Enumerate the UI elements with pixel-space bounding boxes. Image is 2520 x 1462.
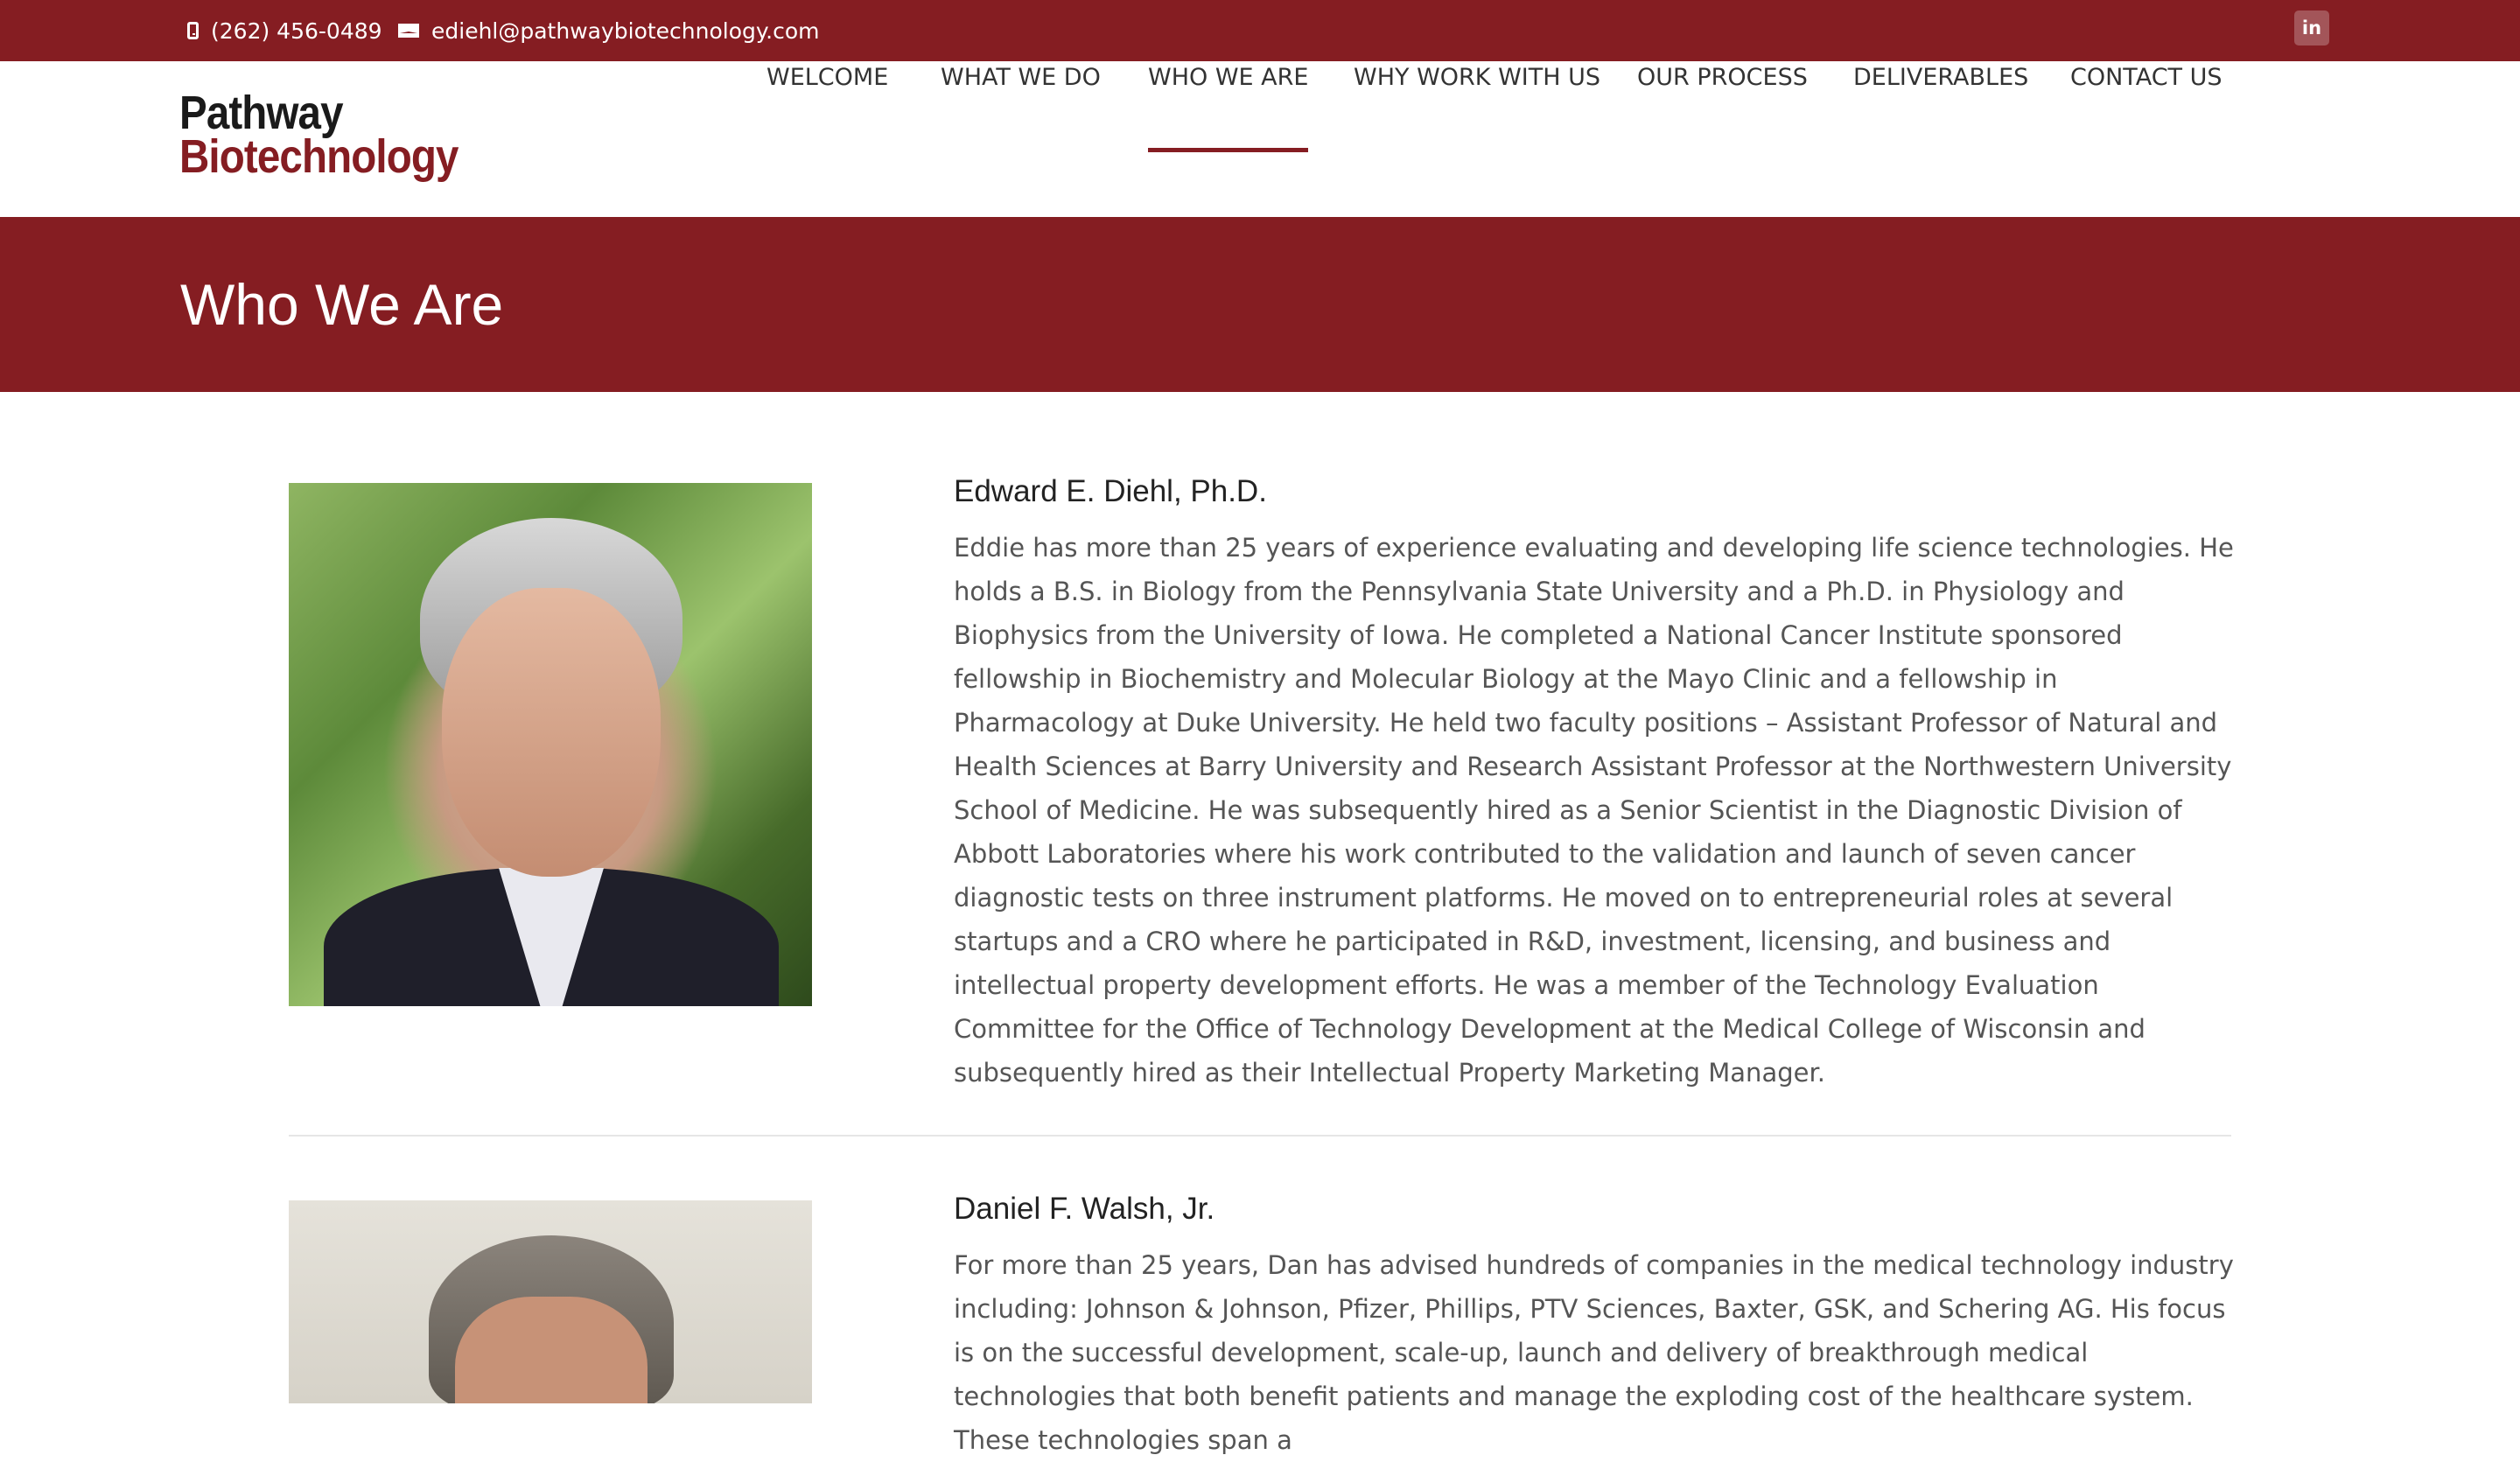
page-title: Who We Are: [180, 272, 504, 337]
email-link[interactable]: ediehl@pathwaybiotechnology.com: [398, 0, 819, 61]
logo-line-2: Biotechnology: [179, 130, 458, 183]
envelope-icon: [398, 24, 419, 38]
linkedin-icon[interactable]: in: [2294, 10, 2329, 45]
nav-contact-us[interactable]: CONTACT US: [2070, 0, 2222, 156]
profile-bio: Eddie has more than 25 years of experien…: [954, 533, 2234, 1088]
profile-divider: [289, 1135, 2231, 1137]
profile-bio: For more than 25 years, Dan has advised …: [954, 1250, 2234, 1455]
site-logo[interactable]: Pathway Biotechnology: [179, 87, 496, 183]
profile-name: Edward E. Diehl, Ph.D.: [954, 474, 1267, 508]
profile-name: Daniel F. Walsh, Jr.: [954, 1192, 1215, 1226]
logo-line-1: Pathway: [179, 87, 344, 139]
nav-deliverables[interactable]: DELIVERABLES: [1853, 0, 2028, 156]
nav-what-we-do[interactable]: WHAT WE DO: [941, 0, 1101, 156]
nav-why-work-with-us[interactable]: WHY WORK WITH US: [1354, 0, 1600, 156]
phone-number: (262) 456-0489: [211, 17, 382, 44]
email-address: ediehl@pathwaybiotechnology.com: [431, 17, 820, 44]
page-title-band: Who We Are: [0, 217, 2520, 392]
nav-welcome[interactable]: WELCOME: [766, 0, 888, 156]
face-shape: [455, 1297, 648, 1403]
nav-our-process[interactable]: OUR PROCESS: [1637, 0, 1808, 156]
nav-who-we-are[interactable]: WHO WE ARE: [1148, 0, 1309, 156]
phone-link[interactable]: (262) 456-0489: [187, 0, 382, 61]
face-shape: [442, 588, 661, 877]
mobile-phone-icon: [187, 22, 199, 39]
profile-photo-edward-diehl: [289, 483, 812, 1006]
profile-photo-daniel-walsh: [289, 1200, 812, 1403]
